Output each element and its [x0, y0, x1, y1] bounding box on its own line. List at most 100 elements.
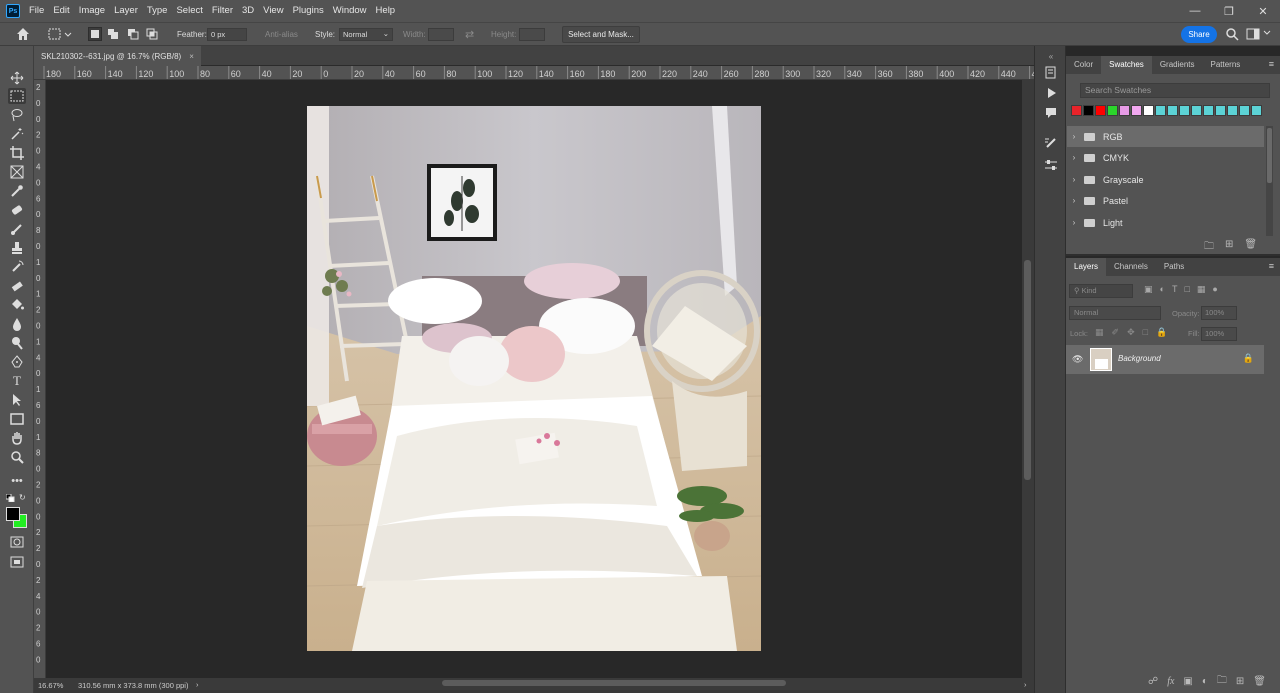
swatch-color-2[interactable] — [1095, 105, 1106, 116]
fill-input[interactable]: 100% — [1201, 327, 1237, 341]
swatch-group-cmyk[interactable]: › CMYK — [1067, 147, 1264, 168]
tab-gradients[interactable]: Gradients — [1152, 56, 1203, 74]
swap-icon[interactable]: ⇄ — [465, 28, 474, 41]
swatch-color-9[interactable] — [1179, 105, 1190, 116]
layer-style-icon[interactable]: fx — [1167, 676, 1174, 687]
play-actions-icon[interactable] — [1044, 86, 1058, 100]
horizontal-scrollbar[interactable] — [206, 678, 1022, 688]
filter-smart-object-icon[interactable]: ▦ — [1197, 284, 1206, 295]
filter-pixel-icon[interactable]: ▣ — [1144, 284, 1153, 295]
swatch-group-grayscale[interactable]: › Grayscale — [1067, 169, 1264, 190]
hand-icon[interactable] — [8, 430, 26, 446]
menu-edit[interactable]: Edit — [50, 0, 75, 22]
swatch-group-pastel[interactable]: › Pastel — [1067, 190, 1264, 211]
menu-layer[interactable]: Layer — [111, 0, 144, 22]
menu-filter[interactable]: Filter — [209, 0, 239, 22]
pen-icon[interactable] — [8, 354, 26, 370]
adjustment-layer-icon[interactable]: ◐ — [1202, 676, 1208, 687]
height-input[interactable] — [519, 28, 545, 41]
menu-plugins[interactable]: Plugins — [290, 0, 330, 22]
new-swatch-icon[interactable]: ⊞ — [1225, 239, 1233, 256]
new-group-folder-icon[interactable]: 🗀 — [1204, 239, 1214, 256]
workspace-chevron-icon[interactable] — [1262, 26, 1272, 42]
marquee-preset-icon[interactable] — [48, 28, 72, 41]
layer-row-background[interactable]: 👁 Background 🔒 — [1066, 345, 1264, 374]
adjustments-icon[interactable] — [1044, 158, 1058, 172]
rectangular-marquee-icon[interactable] — [8, 88, 26, 104]
default-colors-icon[interactable] — [5, 493, 16, 504]
menu-image[interactable]: Image — [76, 0, 111, 22]
delete-swatch-icon[interactable]: 🗑 — [1244, 239, 1257, 256]
bedroom-photo[interactable] — [307, 106, 761, 651]
lock-image-icon[interactable]: ✐ — [1112, 327, 1120, 338]
tab-paths[interactable]: Paths — [1156, 258, 1192, 276]
panel-menu-icon[interactable]: ≡ — [1269, 59, 1274, 69]
zoom-level[interactable]: 16.67% — [38, 681, 63, 690]
swatch-group-light[interactable]: › Light — [1067, 212, 1264, 233]
eyedropper-icon[interactable] — [8, 183, 26, 199]
swatch-color-1[interactable] — [1083, 105, 1094, 116]
swap-colors-icon[interactable]: ↻ — [19, 493, 26, 502]
lasso-icon[interactable] — [8, 107, 26, 123]
screen-mode-icon[interactable] — [8, 554, 26, 570]
swatch-color-0[interactable] — [1071, 105, 1082, 116]
healing-brush-icon[interactable] — [8, 202, 26, 218]
width-input[interactable] — [428, 28, 454, 41]
scroll-right-icon[interactable]: › — [1024, 680, 1027, 689]
document-tab[interactable]: SKL210302--631.jpg @ 16.7% (RGB/8) × — [34, 46, 201, 66]
foreground-color-swatch[interactable] — [6, 507, 20, 521]
select-and-mask-button[interactable]: Select and Mask... — [562, 26, 640, 43]
tab-color[interactable]: Color — [1066, 56, 1101, 74]
new-selection-icon[interactable] — [88, 27, 102, 41]
search-icon[interactable] — [1225, 27, 1239, 43]
lock-transparent-icon[interactable]: ▦ — [1095, 327, 1104, 338]
history-icon[interactable] — [1044, 66, 1058, 80]
add-mask-icon[interactable]: ▣ — [1183, 676, 1192, 687]
delete-layer-icon[interactable]: 🗑 — [1253, 676, 1266, 687]
paint-bucket-icon[interactable] — [8, 297, 26, 313]
new-layer-icon[interactable]: ⊞ — [1236, 676, 1244, 687]
swatches-scrollbar[interactable] — [1266, 126, 1273, 236]
horizontal-scroll-thumb[interactable] — [442, 680, 786, 686]
filter-kind-select[interactable]: ⚲ Kind — [1069, 284, 1133, 298]
vertical-scrollbar[interactable] — [1022, 80, 1034, 678]
restore-icon[interactable]: ❐ — [1212, 0, 1246, 22]
status-chevron-icon[interactable]: › — [196, 680, 199, 689]
lock-all-icon[interactable]: 🔒 — [1156, 327, 1167, 338]
menu-window[interactable]: Window — [330, 0, 373, 22]
swatch-color-3[interactable] — [1107, 105, 1118, 116]
swatch-group-rgb[interactable]: › RGB — [1067, 126, 1264, 147]
collapse-panels-icon[interactable]: « — [1044, 49, 1058, 63]
menu-3d[interactable]: 3D — [239, 0, 260, 22]
close-tab-icon[interactable]: × — [189, 52, 194, 61]
tab-channels[interactable]: Channels — [1106, 258, 1156, 276]
swatch-color-6[interactable] — [1143, 105, 1154, 116]
workspace-icon[interactable] — [1246, 27, 1260, 43]
comments-icon[interactable] — [1044, 106, 1058, 120]
frame-icon[interactable] — [8, 164, 26, 180]
swatch-color-10[interactable] — [1191, 105, 1202, 116]
menu-view[interactable]: View — [260, 0, 289, 22]
filter-type-icon[interactable]: T — [1172, 284, 1178, 295]
canvas-area[interactable] — [46, 80, 1022, 678]
lock-artboard-icon[interactable]: □ — [1143, 327, 1148, 338]
new-group-icon[interactable]: 🗀 — [1217, 673, 1227, 690]
swatch-color-12[interactable] — [1215, 105, 1226, 116]
blur-icon[interactable] — [8, 316, 26, 332]
share-button[interactable]: Share — [1181, 26, 1217, 43]
feather-input[interactable]: 0 px — [207, 28, 247, 41]
intersect-selection-icon[interactable] — [146, 28, 158, 40]
brush-settings-icon[interactable] — [1044, 136, 1058, 150]
anti-alias-checkbox[interactable]: Anti-alias — [265, 30, 298, 39]
blend-mode-select[interactable]: Normal — [1069, 306, 1161, 320]
quick-mask-icon[interactable] — [8, 534, 26, 550]
link-layers-icon[interactable]: ☍ — [1148, 676, 1158, 687]
filter-shape-icon[interactable]: □ — [1184, 284, 1189, 295]
tab-layers[interactable]: Layers — [1066, 258, 1107, 276]
menu-help[interactable]: Help — [373, 0, 402, 22]
brush-icon[interactable] — [8, 221, 26, 237]
zoom-icon[interactable] — [8, 449, 26, 465]
menu-type[interactable]: Type — [144, 0, 174, 22]
menu-file[interactable]: File — [26, 0, 50, 22]
type-tool-icon[interactable]: T — [8, 373, 26, 389]
